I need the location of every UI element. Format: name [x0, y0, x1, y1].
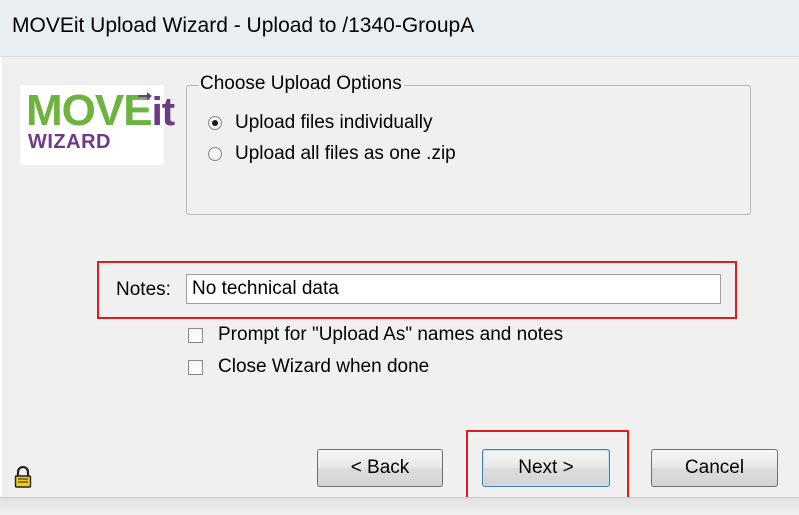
radio-label: Upload files individually	[235, 112, 433, 133]
next-button[interactable]: Next >	[482, 449, 610, 487]
back-button[interactable]: < Back	[317, 449, 443, 487]
radio-upload-individually[interactable]: Upload files individually	[208, 111, 433, 135]
cancel-button[interactable]: Cancel	[651, 449, 778, 487]
checkbox-prompt-upload-as[interactable]: Prompt for "Upload As" names and notes	[188, 323, 563, 347]
radio-button[interactable]	[208, 147, 222, 161]
logo-arrow-icon	[138, 92, 152, 100]
radio-label: Upload all files as one .zip	[235, 143, 456, 164]
checkbox-close-wizard[interactable]: Close Wizard when done	[188, 355, 429, 379]
window-frame-bottom	[0, 497, 799, 515]
upload-options-legend: Choose Upload Options	[198, 73, 404, 95]
logo-move-text: MOVE	[26, 86, 153, 135]
notes-label: Notes:	[116, 279, 171, 300]
logo-wizard-text: WIZARD	[28, 131, 111, 153]
title-bar: MOVEit Upload Wizard - Upload to /1340-G…	[0, 0, 799, 57]
window-frame-left	[0, 57, 2, 497]
logo-it-text: it	[151, 90, 175, 134]
checkbox-label: Prompt for "Upload As" names and notes	[218, 324, 564, 345]
radio-button-checked[interactable]	[208, 116, 222, 130]
checkbox-label: Close Wizard when done	[218, 356, 430, 377]
lock-icon	[14, 466, 32, 488]
radio-upload-as-zip[interactable]: Upload all files as one .zip	[208, 142, 456, 166]
moveit-wizard-logo: MOVEit WIZARD	[20, 85, 175, 165]
window-title: MOVEit Upload Wizard - Upload to /1340-G…	[12, 14, 475, 37]
notes-field[interactable]	[186, 274, 721, 304]
checkbox[interactable]	[188, 359, 203, 375]
checkbox[interactable]	[188, 327, 203, 343]
